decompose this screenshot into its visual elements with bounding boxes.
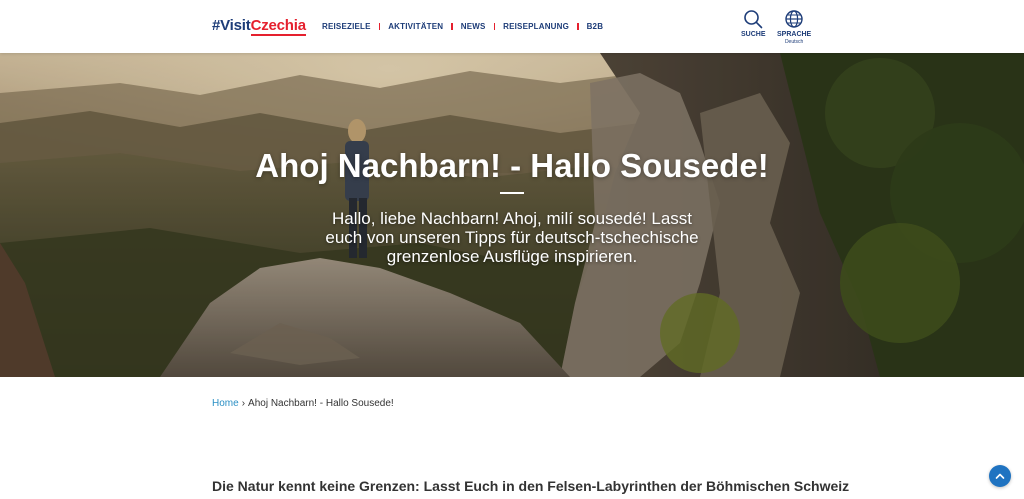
nav-item-news[interactable]: NEWS [461,22,486,31]
hero-divider [500,192,524,194]
logo-hash: #Visit [212,17,251,34]
search-button[interactable]: SUCHE [741,9,766,38]
language-current: Deutsch [784,39,804,45]
globe-icon [785,10,803,28]
nav-item-aktivitaeten[interactable]: AKTIVITÄTEN [388,22,443,31]
search-icon [744,10,763,29]
logo-name: Czechia [250,17,306,36]
chevron-up-icon [995,473,1005,479]
scroll-to-top-button[interactable] [989,465,1011,487]
main-nav: REISEZIELE AKTIVITÄTEN NEWS REISEPLANUNG… [322,22,603,31]
nav-separator [451,23,453,30]
site-logo[interactable]: #VisitCzechia [212,17,306,36]
search-label: SUCHE [741,31,766,38]
breadcrumb-separator: › [241,398,246,409]
site-header: #VisitCzechia REISEZIELE AKTIVITÄTEN NEW… [0,0,1024,53]
nav-item-reiseplanung[interactable]: REISEPLANUNG [503,22,569,31]
nav-item-reiseziele[interactable]: REISEZIELE [322,22,371,31]
intro-paragraph: Die Natur kennt keine Grenzen: Lasst Euc… [212,478,850,494]
hero-subtitle: Hallo, liebe Nachbarn! Ahoj, milí soused… [325,209,699,266]
breadcrumb-current: Ahoj Nachbarn! - Hallo Sousede! [248,398,394,409]
breadcrumb-home-link[interactable]: Home [212,398,239,409]
language-button[interactable]: SPRACHE Deutsch [777,9,811,45]
hero-title: Ahoj Nachbarn! - Hallo Sousede! [255,147,769,184]
nav-separator [378,23,381,30]
breadcrumb: Home › Ahoj Nachbarn! - Hallo Sousede! [212,398,394,409]
nav-separator [493,23,496,30]
language-label: SPRACHE [777,31,812,38]
hero-banner: Ahoj Nachbarn! - Hallo Sousede! Hallo, l… [0,53,1024,377]
nav-item-b2b[interactable]: B2B [587,22,604,31]
nav-separator [577,23,579,30]
